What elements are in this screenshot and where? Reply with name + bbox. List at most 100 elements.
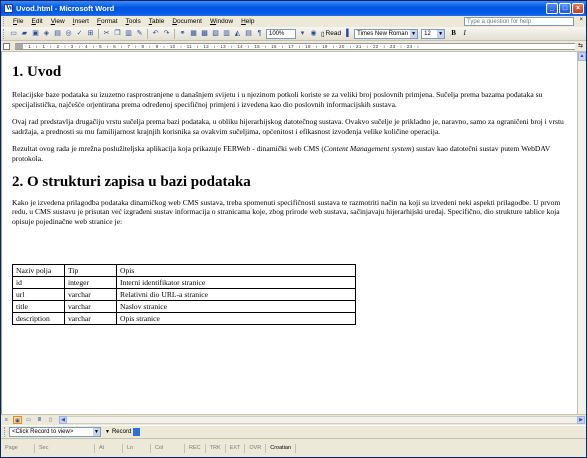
table-cell[interactable]: Naziv polja [12,264,65,278]
normal-view-icon[interactable]: ≡ [2,416,11,424]
paragraph-2[interactable]: Ovaj rad predstavlja drugačiju vrstu suč… [12,117,574,136]
heading-o-strukturi[interactable]: 2. O strukturi zapisa u bazi podataka [12,174,574,191]
toolbar-grip[interactable] [3,28,6,39]
zoom-dropdown-icon[interactable]: ▾ [298,29,307,38]
columns-icon[interactable]: ▥ [222,29,231,38]
menu-tools[interactable]: Tools [122,18,145,25]
word-app-icon[interactable] [4,4,13,13]
cut-icon[interactable]: ✂ [102,29,111,38]
status-ovr[interactable]: OVR [245,443,267,453]
menu-document[interactable]: Document [168,18,206,25]
menu-window[interactable]: Window [206,18,237,25]
read-button[interactable]: ▯ Read [321,30,341,38]
horizontal-ruler[interactable]: · 1 · ı · 1 · ı · 2 · ı · 3 · ı · 4 · ı … [1,41,586,52]
chevron-down-icon[interactable]: ▼ [437,29,445,38]
fields-table[interactable]: Naziv polja Tip Opis id integer Interni … [12,264,356,326]
minimize-button[interactable]: _ [546,3,558,14]
paragraph-4[interactable]: Kako je izvedena prilagodba podataka din… [12,198,574,227]
table-cell[interactable]: varchar [64,312,117,326]
table-cell[interactable]: Relativni dio URL-a stranice [116,288,356,302]
table-cell[interactable]: integer [64,276,117,290]
tables-borders-icon[interactable]: ▦ [189,29,198,38]
table-cell[interactable]: varchar [64,288,117,302]
table-row[interactable]: description varchar Opis stranice [12,312,356,326]
paragraph-1[interactable]: Relacijske baze podataka su izuzetno ras… [12,90,574,109]
table-cell[interactable]: url [12,288,65,302]
menu-file[interactable]: File [9,18,28,25]
chevron-down-icon[interactable]: ▼ [410,29,418,38]
menu-grip[interactable] [3,17,6,26]
web-layout-view-icon[interactable]: ▣ [13,416,22,424]
italic-button[interactable]: I [460,29,469,38]
table-row[interactable]: title varchar Naslov stranice [12,300,356,314]
menu-table[interactable]: Table [145,18,169,25]
menu-help[interactable]: Help [237,18,258,25]
permission-icon[interactable]: ◈ [42,29,51,38]
show-hide-icon[interactable]: ¶ [255,29,264,38]
ask-question-input[interactable]: Type a question for help [464,17,574,26]
table-cell[interactable]: title [12,300,65,314]
menu-insert[interactable]: Insert [69,18,93,25]
reading-layout-view-icon[interactable]: ▯ [46,416,55,424]
table-cell[interactable]: id [12,276,65,290]
status-ext[interactable]: EXT [226,443,246,453]
menu-edit[interactable]: Edit [28,18,47,25]
document-map-icon[interactable]: ▤ [244,29,253,38]
font-name-select[interactable]: Times New Roman ▼ [354,28,419,39]
status-rec[interactable]: REC [185,443,206,453]
zoom-select[interactable]: 100% [266,28,296,39]
spelling-icon[interactable]: ✓ [75,29,84,38]
paste-icon[interactable]: ▥ [124,29,133,38]
menu-view[interactable]: View [47,18,69,25]
menu-format[interactable]: Format [93,18,122,25]
close-button[interactable]: × [572,3,584,14]
left-margin-marker[interactable] [15,44,23,49]
document-page[interactable]: 1. Uvod Relacijske baze podataka su izuz… [12,58,574,326]
font-size-select[interactable]: 12 ▼ [421,28,446,39]
drawing-icon[interactable]: ◭ [233,29,242,38]
ruler-strip[interactable]: · 1 · ı · 1 · ı · 2 · ı · 3 · ı · 4 · ı … [15,43,575,50]
table-row[interactable]: Naziv polja Tip Opis [12,264,356,278]
table-cell[interactable]: Naslov stranice [116,300,356,314]
undo-icon[interactable]: ↶ [151,29,160,38]
paragraph-3[interactable]: Rezultat ovog rada je mrežna poslužitelj… [12,144,574,163]
toolbar-grip[interactable] [4,427,7,437]
title-bar[interactable]: Uvod.html - Microsoft Word _ □ × [1,1,586,16]
scroll-left-icon[interactable]: ◀ [59,416,67,424]
copy-icon[interactable]: ❐ [113,29,122,38]
outline-view-icon[interactable]: ≣ [35,416,44,424]
record-button[interactable]: ▼ Record [105,428,141,436]
scroll-right-icon[interactable]: ▶ [577,416,585,424]
table-cell[interactable]: description [12,312,65,326]
chevron-down-icon[interactable]: ▼ [93,428,100,436]
styles-pane-icon[interactable]: ▌ [344,29,353,38]
status-language[interactable]: Croatian [266,443,297,453]
redo-icon[interactable]: ↷ [162,29,171,38]
heading-uvod[interactable]: 1. Uvod [12,64,574,81]
tab-selector[interactable] [3,43,10,50]
horizontal-scrollbar[interactable]: ◀ ▶ [59,416,585,424]
table-row[interactable]: url varchar Relativni dio URL-a stranice [12,288,356,302]
record-select[interactable]: <Click Record to view> ▼ [9,427,101,437]
research-icon[interactable]: ⊞ [86,29,95,38]
table-cell[interactable]: Tip [64,264,117,278]
scroll-up-icon[interactable]: ▲ [578,52,586,61]
table-cell[interactable]: Opis [116,264,356,278]
insert-excel-icon[interactable]: ▧ [211,29,220,38]
maximize-button[interactable]: □ [559,3,571,14]
open-folder-icon[interactable]: ▰ [20,29,29,38]
table-cell[interactable]: Interni identifikator stranice [116,276,356,290]
close-document-button[interactable]: × [579,17,583,23]
save-icon[interactable]: ▣ [31,29,40,38]
status-trk[interactable]: TRK [206,443,226,453]
table-row[interactable]: id integer Interni identifikator stranic… [12,276,356,290]
help-icon[interactable]: ◉ [309,29,318,38]
print-layout-view-icon[interactable]: ▭ [24,416,33,424]
table-cell[interactable]: Opis stranice [116,312,356,326]
insert-table-icon[interactable]: ▩ [200,29,209,38]
format-painter-icon[interactable]: ✎ [135,29,144,38]
hyperlink-icon[interactable]: ⚭ [178,29,187,38]
new-document-icon[interactable]: ▭ [9,29,18,38]
print-preview-icon[interactable]: ◎ [64,29,73,38]
print-icon[interactable]: ▤ [53,29,62,38]
